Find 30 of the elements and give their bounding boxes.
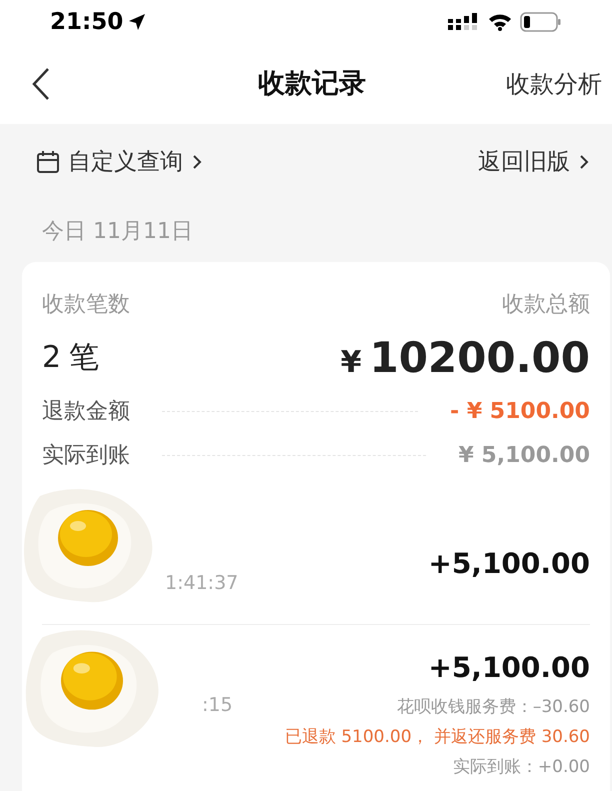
location-icon <box>127 12 148 32</box>
currency-symbol: ¥ <box>340 344 362 382</box>
transaction-time: 1:41:37 <box>165 571 238 596</box>
old-version-link[interactable]: 返回旧版 <box>478 144 590 180</box>
total-label: 收款总额 <box>502 291 590 319</box>
calendar-icon <box>36 150 60 174</box>
date-label: 今日 11月11日 <box>41 218 194 246</box>
transaction-amount: +5,100.00 <box>428 546 590 582</box>
transaction-note: 花呗收钱服务费：–30.60 <box>396 696 590 719</box>
summary-label: 实际到账 <box>42 442 130 470</box>
summary-label: 退款金额 <box>42 398 130 426</box>
chevron-right-icon <box>191 153 203 171</box>
total-amount: 10200.00 <box>369 332 590 384</box>
transaction-note: 实际到账：+0.00 <box>452 756 590 779</box>
custom-query-button[interactable]: 自定义查询 <box>36 144 203 180</box>
page-title: 收款记录 <box>258 66 366 101</box>
count-value: 2 <box>42 338 62 376</box>
transaction-time: :15 <box>202 693 233 718</box>
chevron-right-icon <box>578 153 590 171</box>
battery-icon <box>520 12 562 32</box>
status-time: 21:50 <box>50 8 124 37</box>
transaction-amount: +5,100.00 <box>428 650 590 686</box>
signal-icon <box>448 13 480 31</box>
count-label: 收款笔数 <box>42 291 130 319</box>
summary-value: - ¥ 5100.00 <box>450 398 590 426</box>
transaction-note: 已退款 5100.00， 并返还服务费 30.60 <box>284 726 590 749</box>
count-unit: 笔 <box>69 338 100 376</box>
wifi-icon <box>488 13 512 31</box>
analysis-link[interactable]: 收款分析 <box>506 66 602 102</box>
summary-value: ¥ 5,100.00 <box>458 442 590 470</box>
